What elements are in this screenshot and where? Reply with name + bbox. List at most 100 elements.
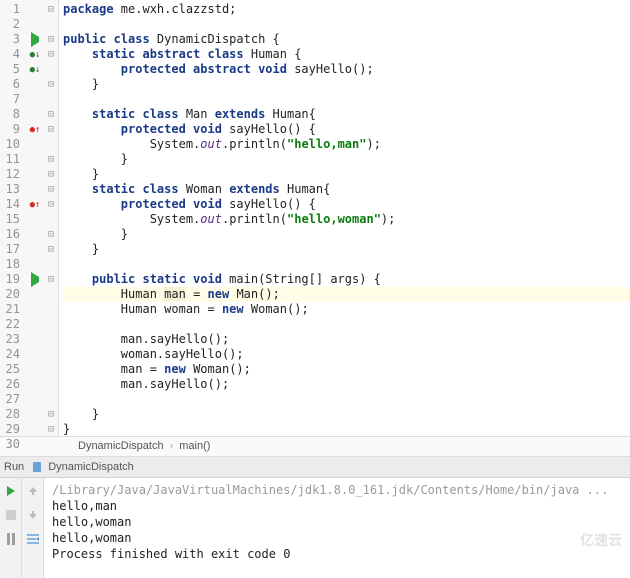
gutter-marker[interactable]: [26, 407, 44, 422]
line-number[interactable]: 20: [0, 287, 26, 302]
breadcrumb-method[interactable]: main(): [179, 440, 210, 452]
line-number[interactable]: 29: [0, 422, 26, 437]
fold-toggle[interactable]: ⊟: [44, 197, 58, 212]
code-line[interactable]: protected void sayHello() {: [63, 197, 630, 212]
code-line[interactable]: package me.wxh.clazzstd;: [63, 2, 630, 17]
fold-minus-icon[interactable]: ⊟: [48, 229, 54, 240]
line-number[interactable]: 24: [0, 347, 26, 362]
soft-wrap-icon[interactable]: [26, 532, 40, 546]
line-number[interactable]: 1: [0, 2, 26, 17]
code-line[interactable]: }: [63, 167, 630, 182]
fold-toggle[interactable]: ⊟: [44, 32, 58, 47]
fold-minus-icon[interactable]: ⊟: [48, 199, 54, 210]
stop-icon[interactable]: [4, 508, 18, 522]
code-line[interactable]: }: [63, 227, 630, 242]
code-line[interactable]: }: [63, 407, 630, 422]
fold-toggle[interactable]: ⊟: [44, 167, 58, 182]
gutter-marker[interactable]: [26, 227, 44, 242]
fold-toggle[interactable]: [44, 257, 58, 272]
fold-toggle[interactable]: [44, 212, 58, 227]
fold-toggle[interactable]: ⊟: [44, 227, 58, 242]
breadcrumb-class[interactable]: DynamicDispatch: [78, 440, 164, 452]
line-number[interactable]: 16: [0, 227, 26, 242]
run-gutter-icon[interactable]: [31, 272, 39, 287]
code-line[interactable]: [63, 17, 630, 32]
gutter-marker[interactable]: ●↓: [26, 62, 44, 77]
code-line[interactable]: static class Woman extends Human{: [63, 182, 630, 197]
gutter-marker[interactable]: ●↑: [26, 122, 44, 137]
line-number[interactable]: 28: [0, 407, 26, 422]
fold-minus-icon[interactable]: ⊟: [48, 34, 54, 45]
gutter-marker[interactable]: [26, 347, 44, 362]
code-line[interactable]: [63, 392, 630, 407]
implements-icon[interactable]: ●↓: [30, 65, 41, 75]
gutter-marker[interactable]: [26, 272, 44, 287]
line-number[interactable]: 9: [0, 122, 26, 137]
code-line[interactable]: }: [63, 242, 630, 257]
fold-minus-icon[interactable]: ⊟: [48, 184, 54, 195]
code-line[interactable]: [63, 92, 630, 107]
code-viewport[interactable]: package me.wxh.clazzstd;public class Dyn…: [59, 0, 630, 436]
gutter-marker[interactable]: [26, 2, 44, 17]
gutter-marker[interactable]: [26, 257, 44, 272]
fold-toggle[interactable]: ⊟: [44, 422, 58, 437]
gutter-marker[interactable]: [26, 212, 44, 227]
fold-toggle[interactable]: [44, 362, 58, 377]
code-line[interactable]: man.sayHello();: [63, 332, 630, 347]
line-number[interactable]: 23: [0, 332, 26, 347]
fold-toggle[interactable]: [44, 17, 58, 32]
pause-icon[interactable]: [4, 532, 18, 546]
gutter-marker[interactable]: [26, 77, 44, 92]
gutter-marker[interactable]: [26, 287, 44, 302]
marker-column[interactable]: ●↓ ●↓ ●↑ ●↑: [26, 0, 44, 436]
line-number[interactable]: 19: [0, 272, 26, 287]
fold-toggle[interactable]: ⊟: [44, 242, 58, 257]
fold-toggle[interactable]: [44, 92, 58, 107]
fold-minus-icon[interactable]: ⊟: [48, 4, 54, 15]
gutter-marker[interactable]: [26, 377, 44, 392]
line-number[interactable]: 25: [0, 362, 26, 377]
line-number[interactable]: 10: [0, 137, 26, 152]
gutter-marker[interactable]: [26, 437, 44, 452]
fold-toggle[interactable]: [44, 317, 58, 332]
gutter-marker[interactable]: [26, 32, 44, 47]
code-line[interactable]: protected void sayHello() {: [63, 122, 630, 137]
fold-toggle[interactable]: ⊟: [44, 107, 58, 122]
code-line[interactable]: [63, 257, 630, 272]
fold-toggle[interactable]: ⊟: [44, 152, 58, 167]
fold-toggle[interactable]: ⊟: [44, 182, 58, 197]
gutter-marker[interactable]: [26, 332, 44, 347]
code-line[interactable]: man.sayHello();: [63, 377, 630, 392]
line-number[interactable]: 7: [0, 92, 26, 107]
run-toolwindow-header[interactable]: Run DynamicDispatch: [0, 457, 630, 478]
console-output[interactable]: /Library/Java/JavaVirtualMachines/jdk1.8…: [44, 478, 630, 578]
gutter-marker[interactable]: [26, 137, 44, 152]
code-line[interactable]: }: [63, 152, 630, 167]
fold-minus-icon[interactable]: ⊟: [48, 169, 54, 180]
fold-toggle[interactable]: ⊟: [44, 47, 58, 62]
fold-toggle[interactable]: [44, 392, 58, 407]
fold-minus-icon[interactable]: ⊟: [48, 154, 54, 165]
line-number[interactable]: 3: [0, 32, 26, 47]
overrides-icon[interactable]: ●↑: [30, 200, 41, 210]
run-gutter-icon[interactable]: [31, 32, 39, 47]
gutter-marker[interactable]: [26, 317, 44, 332]
fold-minus-icon[interactable]: ⊟: [48, 244, 54, 255]
gutter-marker[interactable]: [26, 92, 44, 107]
code-line[interactable]: }: [63, 77, 630, 92]
code-line[interactable]: System.out.println("hello,man");: [63, 137, 630, 152]
code-line[interactable]: public static void main(String[] args) {: [63, 272, 630, 287]
fold-minus-icon[interactable]: ⊟: [48, 79, 54, 90]
fold-toggle[interactable]: [44, 437, 58, 452]
fold-minus-icon[interactable]: ⊟: [48, 274, 54, 285]
line-number[interactable]: 12: [0, 167, 26, 182]
breadcrumb-bar[interactable]: DynamicDispatch › main(): [0, 436, 630, 457]
line-number[interactable]: 26: [0, 377, 26, 392]
line-number[interactable]: 5: [0, 62, 26, 77]
line-number[interactable]: 11: [0, 152, 26, 167]
gutter-marker[interactable]: [26, 392, 44, 407]
code-line[interactable]: static class Man extends Human{: [63, 107, 630, 122]
code-line[interactable]: System.out.println("hello,woman");: [63, 212, 630, 227]
gutter-marker[interactable]: [26, 422, 44, 437]
gutter-marker[interactable]: ●↓: [26, 47, 44, 62]
